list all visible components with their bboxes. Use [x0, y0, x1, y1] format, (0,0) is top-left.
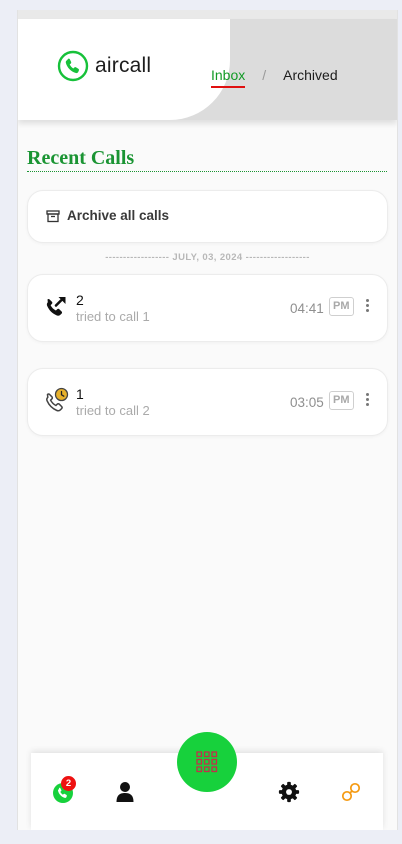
- link-icon[interactable]: [340, 781, 362, 803]
- calls-badge: 2: [61, 776, 76, 791]
- archive-all-button[interactable]: Archive all calls: [27, 190, 388, 243]
- dialpad-button[interactable]: [177, 732, 237, 792]
- call-time: 04:41: [290, 301, 324, 316]
- outgoing-call-icon: [46, 297, 66, 316]
- archive-box-icon: [46, 210, 60, 223]
- logo-panel: aircall: [18, 19, 230, 120]
- settings-icon[interactable]: [278, 781, 300, 803]
- title-divider: [27, 171, 387, 172]
- more-options-icon[interactable]: [364, 393, 370, 409]
- archive-all-label: Archive all calls: [67, 208, 170, 223]
- app-screen: aircall Inbox / Archived Recent Calls Ar…: [17, 10, 398, 830]
- contacts-icon[interactable]: [116, 781, 134, 803]
- date-separator: ------------------ JULY, 03, 2024 ------…: [105, 252, 310, 263]
- tab-archived[interactable]: Archived: [283, 67, 337, 83]
- call-ampm-badge: PM: [329, 297, 354, 316]
- call-status: tried to call 1: [76, 309, 150, 324]
- tabs: Inbox / Archived: [211, 67, 338, 88]
- tab-separator: /: [262, 67, 267, 83]
- header: aircall Inbox / Archived: [18, 19, 397, 120]
- call-item[interactable]: 2 tried to call 1 04:41 PM: [27, 274, 388, 342]
- phone-circle-icon: [57, 50, 89, 82]
- logo-text: aircall: [95, 54, 152, 77]
- missed-call-clock-icon: [46, 387, 69, 412]
- call-item[interactable]: 1 tried to call 2 03:05 PM: [27, 368, 388, 436]
- call-ampm-badge: PM: [329, 391, 354, 410]
- call-time: 03:05: [290, 395, 324, 410]
- page-title: Recent Calls: [27, 147, 135, 169]
- dialpad-icon: [196, 751, 218, 773]
- logo[interactable]: aircall: [57, 50, 151, 82]
- caller-number: 2: [76, 292, 84, 308]
- call-status: tried to call 2: [76, 403, 150, 418]
- tab-inbox[interactable]: Inbox: [211, 67, 246, 88]
- caller-number: 1: [76, 386, 84, 402]
- more-options-icon[interactable]: [364, 299, 370, 315]
- top-bar: [18, 10, 397, 19]
